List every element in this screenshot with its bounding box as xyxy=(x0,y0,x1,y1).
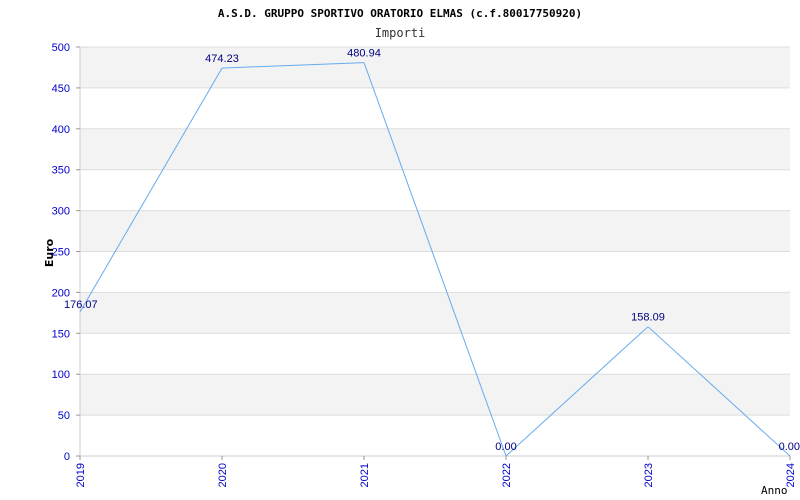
chart-title: A.S.D. GRUPPO SPORTIVO ORATORIO ELMAS (c… xyxy=(218,7,582,20)
data-label: 474.23 xyxy=(205,53,239,65)
data-label: 0.00 xyxy=(495,441,516,453)
y-tick-label: 100 xyxy=(52,369,70,381)
grid-band xyxy=(80,47,790,88)
x-tick-label: 2020 xyxy=(217,463,229,487)
x-axis-label: Anno xyxy=(761,484,788,497)
y-tick-label: 0 xyxy=(64,451,70,463)
y-tick-label: 300 xyxy=(52,206,70,218)
y-tick-label: 450 xyxy=(52,83,70,95)
x-tick-label: 2021 xyxy=(359,463,371,487)
chart-subtitle: Importi xyxy=(375,26,426,40)
grid-bands xyxy=(80,47,790,416)
y-tick-label: 350 xyxy=(52,165,70,177)
data-label: 158.09 xyxy=(631,312,665,324)
data-label: 0.00 xyxy=(779,441,800,453)
y-tick-label: 150 xyxy=(52,328,70,340)
x-tick-label: 2023 xyxy=(643,463,655,487)
y-tick-label: 200 xyxy=(52,287,70,299)
y-tick-label: 50 xyxy=(58,410,70,422)
x-tick-label: 2022 xyxy=(501,463,513,487)
data-label: 176.07 xyxy=(64,299,98,311)
grid-band xyxy=(80,292,790,334)
y-tick-label: 500 xyxy=(52,42,70,54)
x-tick-label: 2019 xyxy=(75,463,87,487)
line-chart: A.S.D. GRUPPO SPORTIVO ORATORIO ELMAS (c… xyxy=(43,7,800,497)
y-axis-label: Euro xyxy=(43,238,56,267)
grid-band xyxy=(80,128,790,170)
x-ticks: 2019 2020 2021 2022 2023 2024 xyxy=(75,456,797,487)
grid-band xyxy=(80,210,790,252)
grid-band xyxy=(80,374,790,416)
data-label: 480.94 xyxy=(347,48,381,60)
series-line-segment xyxy=(79,67,223,313)
y-tick-label: 400 xyxy=(52,124,70,136)
